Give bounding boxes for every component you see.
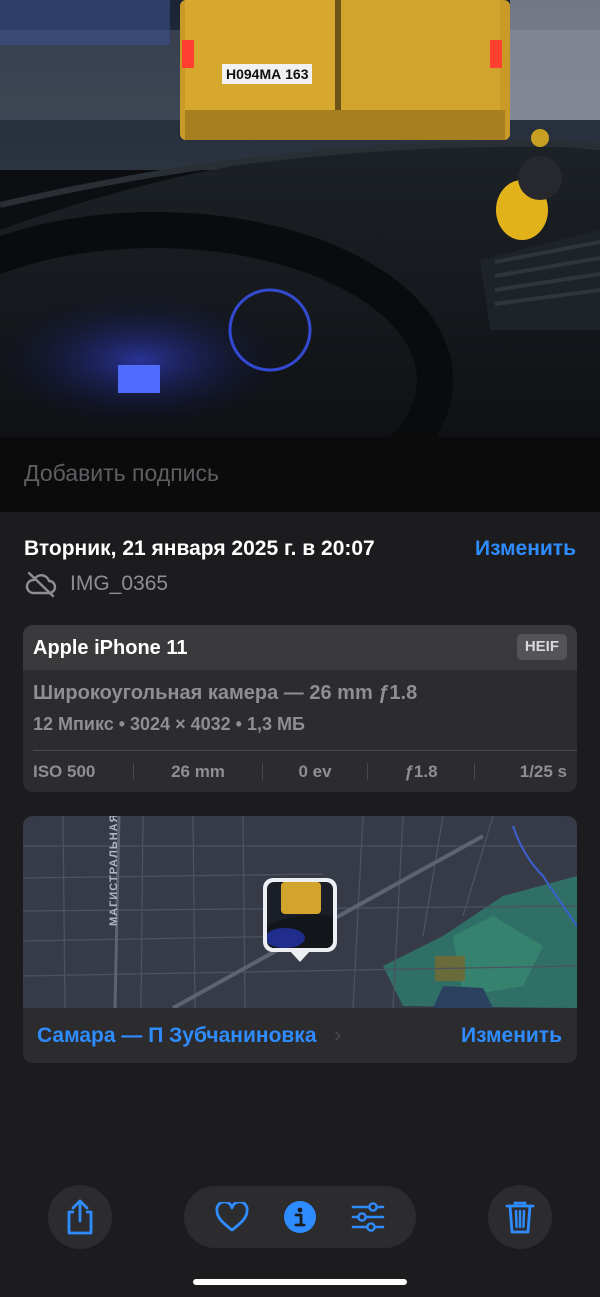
photo-actions-group <box>184 1186 416 1248</box>
info-button[interactable] <box>280 1197 320 1237</box>
chevron-right-icon: › <box>334 1022 342 1047</box>
image-specs: 12 Мпикс • 3024 × 4032 • 1,3 МБ <box>33 714 305 734</box>
lens-info: Широкоугольная камера — 26 mm ƒ1.8 <box>33 682 418 704</box>
delete-button[interactable] <box>488 1185 552 1249</box>
edit-date-button[interactable]: Изменить <box>475 537 576 561</box>
edit-location-button[interactable]: Изменить <box>461 1024 562 1048</box>
license-plate: Н094МА 163 <box>226 66 309 82</box>
info-icon <box>284 1201 316 1233</box>
exif-aperture: ƒ1.8 <box>404 761 438 781</box>
adjust-button[interactable] <box>348 1197 388 1237</box>
location-row[interactable]: Самара — П Зубчаниновка › Изменить <box>23 1008 577 1063</box>
photo-image: Н094МА 163 <box>0 0 600 437</box>
photo-location-pin[interactable] <box>263 878 337 952</box>
location-name[interactable]: Самара — П Зубчаниновка <box>37 1024 317 1048</box>
photo-date: Вторник, 21 января 2025 г. в 20:07 <box>24 537 375 560</box>
pin-pointer <box>289 950 311 962</box>
trash-icon <box>505 1201 535 1234</box>
map-street-label: МАГИСТРАЛЬНАЯ <box>108 816 120 926</box>
home-indicator[interactable] <box>193 1279 407 1285</box>
cloud-slash-icon <box>25 571 57 598</box>
heart-icon <box>215 1202 249 1232</box>
photo-view[interactable]: Н094МА 163 <box>0 0 600 437</box>
exif-exposure-value: 0 ev <box>298 761 332 781</box>
share-button[interactable] <box>48 1185 112 1249</box>
file-row: IMG_0365 <box>24 570 168 598</box>
caption-input[interactable]: Добавить подпись <box>24 460 219 487</box>
camera-info-card: Apple iPhone 11 HEIF Широкоугольная каме… <box>23 625 577 792</box>
pin-thumbnail <box>267 882 333 948</box>
camera-model: Apple iPhone 11 <box>33 637 188 659</box>
exif-row: ISO 500 26 mm 0 ev ƒ1.8 1/25 s <box>23 751 577 792</box>
camera-header: Apple iPhone 11 HEIF <box>23 625 577 670</box>
favorite-button[interactable] <box>212 1197 252 1237</box>
exif-focal-length: 26 mm <box>171 761 225 781</box>
share-icon <box>67 1199 93 1235</box>
adjust-icon <box>351 1202 385 1232</box>
format-badge: HEIF <box>516 634 567 660</box>
exif-iso: ISO 500 <box>33 761 96 781</box>
exif-shutter-speed: 1/25 s <box>519 761 567 781</box>
file-name: IMG_0365 <box>70 572 169 595</box>
location-card: МАГИСТРАЛЬНАЯ Самара — П Зубчаниновка › … <box>23 816 577 1063</box>
map-view[interactable]: МАГИСТРАЛЬНАЯ <box>23 816 577 1010</box>
